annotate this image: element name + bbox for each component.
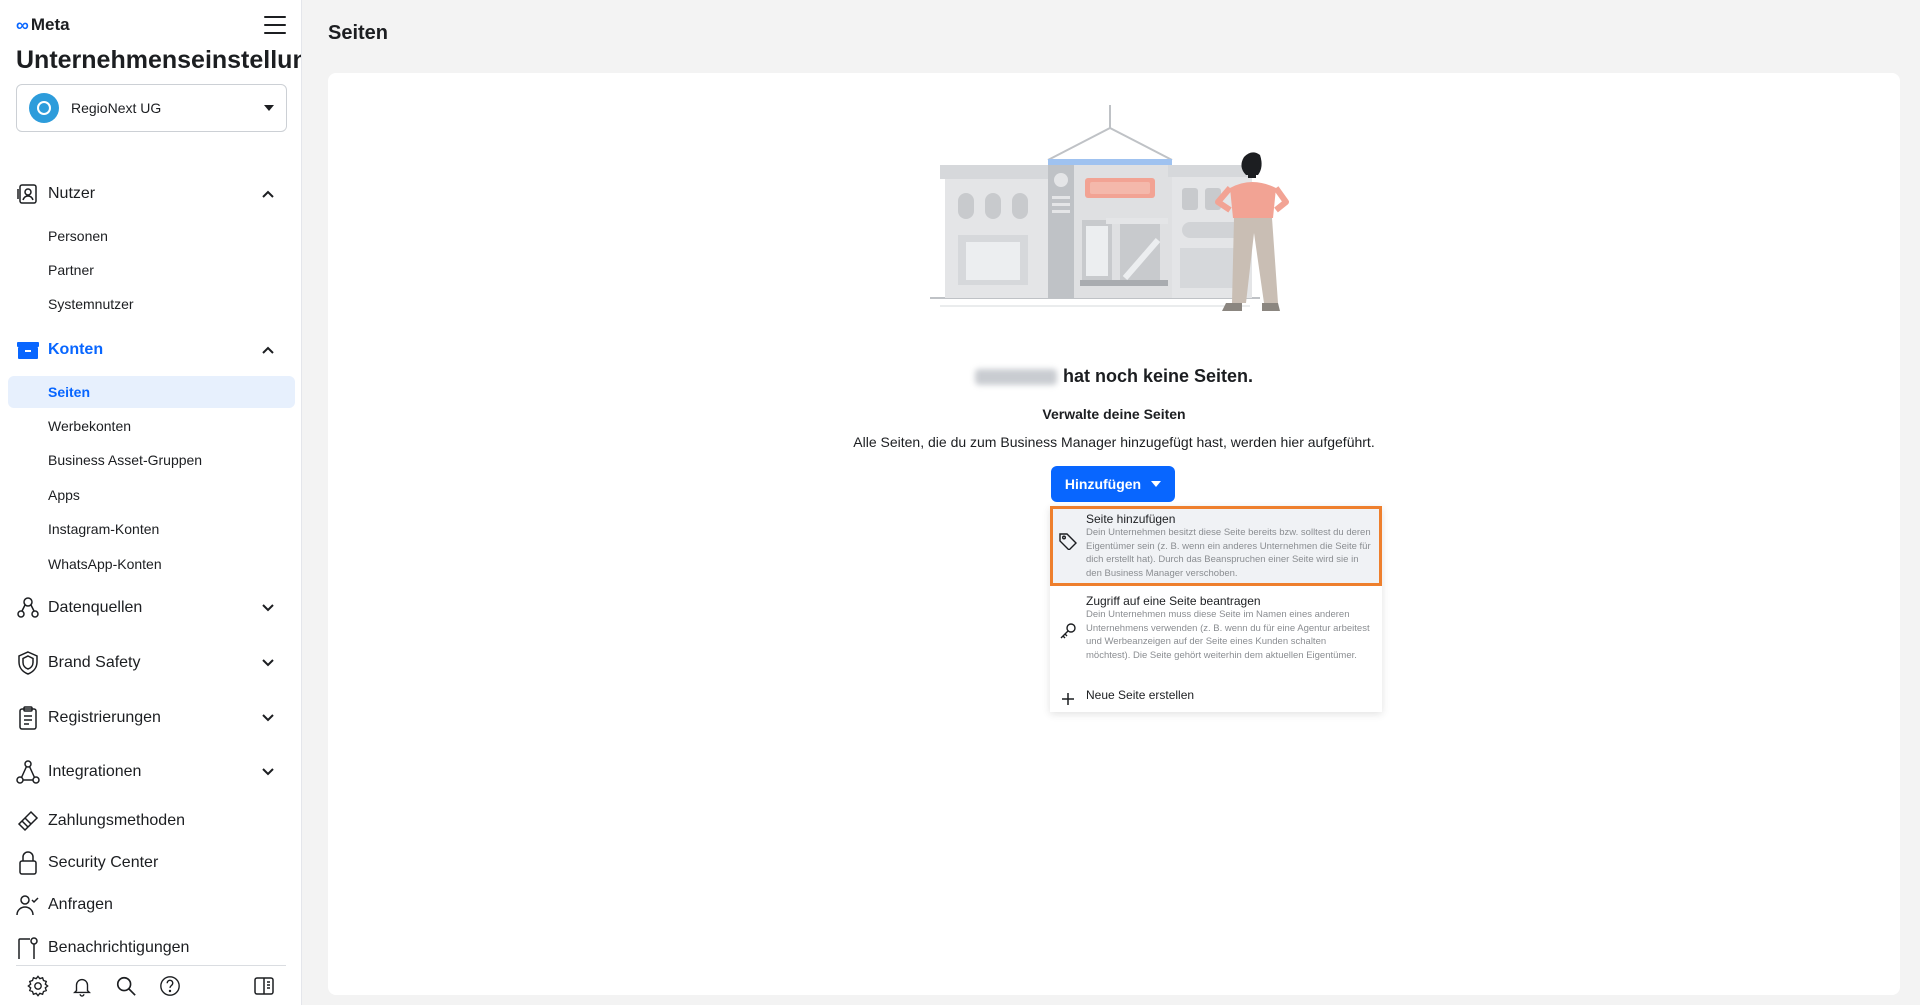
chevron-down-icon[interactable]	[254, 656, 282, 670]
chevron-up-icon[interactable]	[254, 187, 282, 201]
manage-description: Alle Seiten, die du zum Business Manager…	[853, 434, 1375, 450]
add-button-label: Hinzufügen	[1064, 476, 1142, 492]
menu-item-title: Neue Seite erstellen	[1086, 688, 1195, 702]
nav-section-label: Konten	[48, 341, 104, 358]
clipboard-icon	[16, 706, 40, 730]
nav-section-datenquellen[interactable]: Datenquellen	[0, 588, 301, 628]
panel-toggle-icon[interactable]	[242, 970, 286, 1002]
hamburger-menu-icon[interactable]	[264, 16, 286, 34]
nav-section-label: Brand Safety	[48, 654, 141, 671]
nav-section-label: Nutzer	[48, 185, 96, 202]
nav-item-whatsapp-konten[interactable]: WhatsApp-Konten	[8, 548, 295, 580]
settings-icon[interactable]	[16, 970, 60, 1002]
nav-item-apps[interactable]: Apps	[8, 479, 295, 511]
sidebar-header: ∞ Meta	[16, 14, 286, 36]
person-check-icon	[16, 893, 40, 917]
menu-item-seite-hinzufuegen[interactable]: Seite hinzufügen Dein Unternehmen besitz…	[1050, 506, 1382, 586]
chevron-down-icon[interactable]	[254, 601, 282, 615]
nav-item-systemnutzer[interactable]: Systemnutzer	[8, 288, 295, 320]
key-icon	[1050, 588, 1086, 680]
chevron-up-icon[interactable]	[254, 343, 282, 357]
menu-item-neue-seite-erstellen[interactable]: Neue Seite erstellen	[1050, 682, 1382, 712]
blurred-business-name	[974, 369, 1057, 386]
menu-item-description: Dein Unternehmen muss diese Seite im Nam…	[1086, 609, 1370, 661]
caret-down-icon	[264, 105, 274, 111]
nav-section-brand-safety[interactable]: Brand Safety	[0, 643, 301, 683]
menu-item-zugriff-beantragen[interactable]: Zugriff auf eine Seite beantragen Dein U…	[1050, 588, 1382, 680]
nav-section-label: Anfragen	[48, 896, 113, 913]
empty-state-illustration	[930, 105, 1289, 311]
nav-section-label: Datenquellen	[48, 599, 143, 616]
menu-item-title: Zugriff auf eine Seite beantragen	[1086, 594, 1261, 608]
business-name: RegioNext UG	[71, 100, 162, 116]
meta-logo-text: Meta	[30, 15, 70, 34]
nav-section-label: Benachrichtigungen	[48, 939, 190, 956]
nav-item-partner[interactable]: Partner	[8, 254, 295, 286]
shield-icon	[16, 651, 40, 675]
users-badge-icon	[16, 182, 40, 206]
nav-section-zahlungsmethoden[interactable]: Zahlungsmethoden	[0, 801, 301, 841]
nav-section-integrationen[interactable]: Integrationen	[0, 752, 301, 792]
nav-section-registrierungen[interactable]: Registrierungen	[0, 698, 301, 738]
nav-section-label: Integrationen	[48, 763, 142, 780]
chevron-down-icon[interactable]	[254, 765, 282, 779]
empty-state-text: hat noch keine Seiten.	[1062, 366, 1254, 386]
nav-item-instagram-konten[interactable]: Instagram-Konten	[8, 513, 295, 545]
folder-icon	[16, 338, 40, 362]
nav-section-benachrichtigungen[interactable]: Benachrichtigungen	[0, 928, 301, 968]
meta-infinity-icon: ∞	[16, 14, 29, 35]
nav-section-label: Zahlungsmethoden	[48, 812, 185, 829]
business-avatar	[29, 93, 59, 123]
empty-state-title: hat noch keine Seiten.	[328, 366, 1900, 387]
meta-logo[interactable]: ∞ Meta	[16, 15, 70, 36]
tag-icon	[1050, 506, 1086, 586]
nav-section-label: Security Center	[48, 854, 159, 871]
chevron-down-icon[interactable]	[254, 711, 282, 725]
sidebar-footer	[16, 965, 286, 1005]
business-selector[interactable]: RegioNext UG	[16, 84, 287, 132]
help-icon[interactable]	[148, 970, 192, 1002]
menu-item-description: Dein Unternehmen besitzt diese Seite ber…	[1086, 527, 1371, 579]
nav-section-konten[interactable]: Konten	[0, 330, 301, 370]
manage-title: Verwalte deine Seiten	[1042, 406, 1186, 422]
lock-icon	[16, 851, 40, 875]
nav-section-anfragen[interactable]: Anfragen	[0, 885, 301, 925]
nav-item-seiten[interactable]: Seiten	[8, 376, 295, 408]
page-title: Seiten	[328, 22, 389, 44]
notification-icon	[16, 936, 40, 960]
nav-section-nutzer[interactable]: Nutzer	[0, 174, 301, 214]
add-dropdown-menu: Seite hinzufügen Dein Unternehmen besitz…	[1050, 506, 1382, 712]
credit-card-icon	[16, 809, 40, 833]
nav-item-werbekonten[interactable]: Werbekonten	[8, 410, 295, 442]
nav-item-personen[interactable]: Personen	[8, 220, 295, 252]
add-button[interactable]: Hinzufügen	[1051, 466, 1175, 502]
sidebar-title: Unternehmenseinstellungen	[16, 46, 301, 74]
plus-icon	[1050, 682, 1086, 712]
sidebar: ∞ Meta Unternehmenseinstellungen RegioNe…	[0, 0, 302, 1005]
menu-item-title: Seite hinzufügen	[1086, 512, 1176, 526]
caret-down-icon	[1151, 481, 1162, 487]
nav-item-business-asset-gruppen[interactable]: Business Asset-Gruppen	[8, 444, 295, 476]
nav-section-security-center[interactable]: Security Center	[0, 843, 301, 883]
nav-section-label: Registrierungen	[48, 709, 161, 726]
search-icon[interactable]	[104, 970, 148, 1002]
data-sources-icon	[16, 596, 40, 620]
bell-icon[interactable]	[60, 970, 104, 1002]
integrations-icon	[16, 760, 40, 784]
